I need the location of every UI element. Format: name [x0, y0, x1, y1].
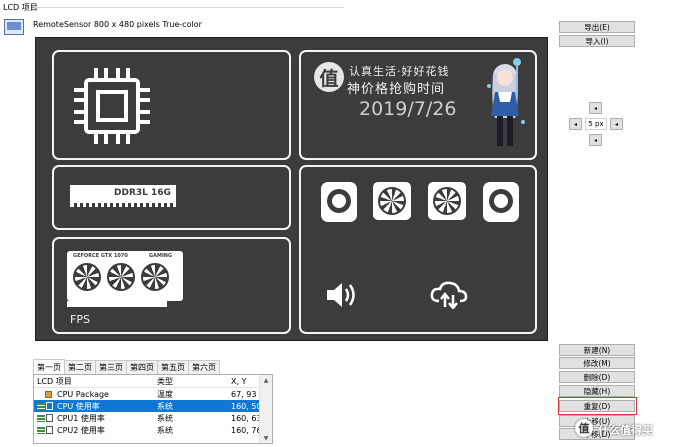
new-button[interactable]: 新建(N)	[559, 344, 635, 356]
anime-girl-illustration	[487, 58, 525, 146]
smzdm-logo: 值	[314, 62, 344, 92]
monitor-icon	[4, 19, 24, 35]
lcd-item-list[interactable]: LCD 项目 类型 X, Y CPU Package 温度 67, 93 CPU…	[33, 374, 273, 444]
list-item[interactable]: CPU2 使用率 系统 160, 76	[34, 424, 272, 436]
ram-label: DDR3L 16G	[114, 188, 171, 198]
banner-panel[interactable]: 值 认真生活·好好花钱 神价格抢购时间 2019/7/26	[299, 50, 537, 160]
modify-button[interactable]: 修改(M)	[559, 357, 635, 369]
item-name: CPU 使用率	[57, 401, 100, 411]
sensor-label: RemoteSensor 800 x 480 pixels True-color	[33, 20, 202, 29]
hourglass-icon	[37, 425, 57, 435]
import-button[interactable]: 导入(I)	[559, 35, 635, 47]
list-item-selected[interactable]: CPU 使用率 系统 160, 50	[34, 400, 272, 412]
list-item[interactable]: CPU Package 温度 67, 93	[34, 388, 272, 400]
hdd-icon	[321, 182, 357, 222]
export-button[interactable]: 导出(E)	[559, 21, 635, 33]
nudge-right-button[interactable]: ◂	[610, 118, 623, 130]
fps-label: FPS	[70, 313, 90, 326]
item-xy: 160, 76	[231, 425, 261, 435]
cloud-transfer-icon	[430, 281, 468, 309]
nudge-step-label: 5 px	[585, 118, 607, 130]
fan-icon	[428, 182, 466, 220]
sensor-icon	[37, 389, 57, 399]
item-name: CPU Package	[57, 389, 109, 399]
hdd-icon	[483, 182, 519, 222]
hide-button[interactable]: 隐藏(H)	[559, 385, 635, 397]
page-tabs: 第一页 第二页 第三页 第四页 第五页 第六页	[33, 359, 220, 374]
cpu-chip-icon	[74, 68, 150, 144]
delete-button[interactable]: 删除(D)	[559, 371, 635, 383]
fan-panel[interactable]	[299, 165, 537, 334]
date-text: 2019/7/26	[359, 98, 457, 120]
graphics-card-icon: GEFORCE GTX 1070 GAMING	[67, 251, 183, 307]
item-type: 系统	[157, 413, 173, 423]
list-header: LCD 项目 类型 X, Y	[34, 375, 272, 388]
item-xy: 67, 93	[231, 389, 257, 399]
group-title: LCD 项目	[3, 3, 38, 12]
slogan-line2: 神价格抢购时间	[347, 82, 446, 97]
column-header-type[interactable]: 类型	[154, 375, 228, 387]
scroll-up-arrow-icon[interactable]: ▲	[260, 375, 272, 385]
item-xy: 160, 50	[231, 401, 261, 411]
tab-page-1[interactable]: 第一页	[33, 359, 65, 374]
item-type: 系统	[157, 401, 173, 411]
item-name: CPU2 使用率	[57, 425, 105, 435]
gpu-tag-label: GAMING	[149, 253, 173, 259]
tab-page-2[interactable]: 第二页	[64, 360, 96, 374]
list-item[interactable]: CPU1 使用率 系统 160, 63	[34, 412, 272, 424]
item-xy: 160, 63	[231, 413, 261, 423]
list-scrollbar[interactable]: ▲ ▼	[259, 375, 272, 443]
lcd-preview[interactable]: 值 认真生活·好好花钱 神价格抢购时间 2019/7/26 DDR3L 16G …	[35, 37, 548, 341]
hourglass-icon	[37, 413, 57, 423]
gpu-panel[interactable]: GEFORCE GTX 1070 GAMING FPS	[52, 237, 291, 334]
group-divider	[34, 7, 344, 8]
tab-page-5[interactable]: 第五页	[157, 360, 189, 374]
nudge-left-button[interactable]: ◂	[569, 118, 582, 130]
slogan-line1: 认真生活·好好花钱	[349, 65, 450, 78]
column-header-item[interactable]: LCD 项目	[34, 375, 154, 387]
nudge-down-button[interactable]: ◂	[589, 134, 602, 146]
column-header-xy[interactable]: X, Y	[228, 375, 261, 387]
ram-panel[interactable]: DDR3L 16G	[52, 165, 291, 230]
cpu-panel[interactable]	[52, 50, 291, 160]
gpu-brand-label: GEFORCE GTX 1070	[73, 253, 128, 259]
item-type: 温度	[157, 389, 173, 399]
hourglass-icon	[37, 401, 57, 411]
scroll-down-arrow-icon[interactable]: ▼	[260, 433, 272, 443]
nudge-up-button[interactable]: ◂	[589, 102, 602, 114]
tab-page-4[interactable]: 第四页	[126, 360, 158, 374]
speaker-icon	[327, 283, 355, 307]
tab-page-3[interactable]: 第三页	[95, 360, 127, 374]
fan-icon	[373, 182, 411, 220]
highlight-frame	[558, 397, 637, 415]
tab-page-6[interactable]: 第六页	[188, 360, 220, 374]
watermark-text: 什么值得买	[598, 424, 653, 437]
item-name: CPU1 使用率	[57, 413, 105, 423]
item-type: 系统	[157, 425, 173, 435]
watermark-logo: 值	[575, 419, 593, 437]
